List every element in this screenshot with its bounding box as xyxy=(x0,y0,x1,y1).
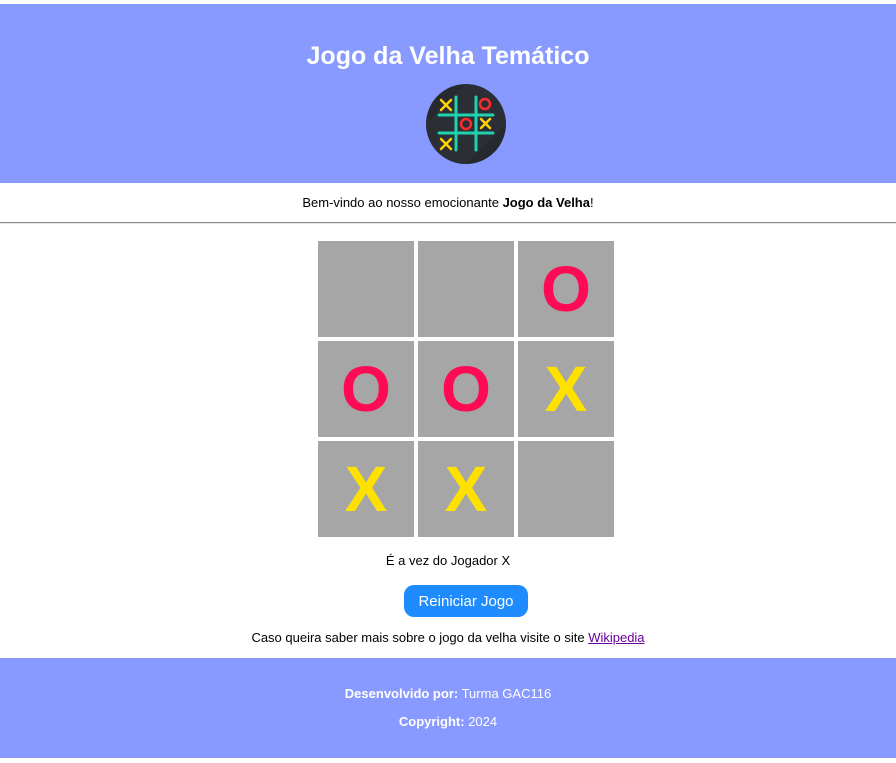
board-cell-4[interactable]: O xyxy=(318,341,414,437)
footer-dev-label: Desenvolvido por: xyxy=(344,686,459,701)
tic-tac-toe-logo-icon xyxy=(426,84,506,164)
footer-copyright-value: 2024 xyxy=(464,714,498,729)
welcome-game-name: Jogo da Velha xyxy=(502,195,590,210)
footer-developer: Desenvolvido por: Turma GAC116 xyxy=(0,685,896,702)
board-cell-7[interactable]: X xyxy=(318,441,414,537)
reset-game-button[interactable]: Reiniciar Jogo xyxy=(404,585,528,617)
footer-dev-value: Turma GAC116 xyxy=(458,686,552,701)
board-cell-6[interactable]: X xyxy=(518,341,614,437)
page-header: Jogo da Velha Temático xyxy=(0,4,896,183)
info-label: Caso queira saber mais sobre o jogo da v… xyxy=(251,630,589,645)
info-text: Caso queira saber mais sobre o jogo da v… xyxy=(0,629,896,646)
footer-copyright: Copyright: 2024 xyxy=(0,713,896,730)
welcome-prefix: Bem-vindo ao nosso emocionante xyxy=(302,195,503,210)
welcome-text: Bem-vindo ao nosso emocionante Jogo da V… xyxy=(0,194,896,211)
page-title: Jogo da Velha Temático xyxy=(306,42,590,70)
divider xyxy=(0,222,896,224)
wikipedia-link[interactable]: Wikipedia xyxy=(588,630,644,645)
footer-copyright-label: Copyright: xyxy=(398,714,465,729)
board-cell-1[interactable] xyxy=(318,241,414,337)
page-footer: Desenvolvido por: Turma GAC116 Copyright… xyxy=(0,658,896,758)
board-cell-9[interactable] xyxy=(518,441,614,537)
welcome-suffix: ! xyxy=(589,195,594,210)
board-cell-3[interactable]: O xyxy=(518,241,614,337)
board-cell-5[interactable]: O xyxy=(418,341,514,437)
board-cell-8[interactable]: X xyxy=(418,441,514,537)
turn-status: É a vez do Jogador X xyxy=(385,553,511,568)
game-board: O O O X X X xyxy=(318,241,614,537)
page: Jogo da Velha Temático Bem-vindo ao noss… xyxy=(0,0,896,763)
board-cell-2[interactable] xyxy=(418,241,514,337)
